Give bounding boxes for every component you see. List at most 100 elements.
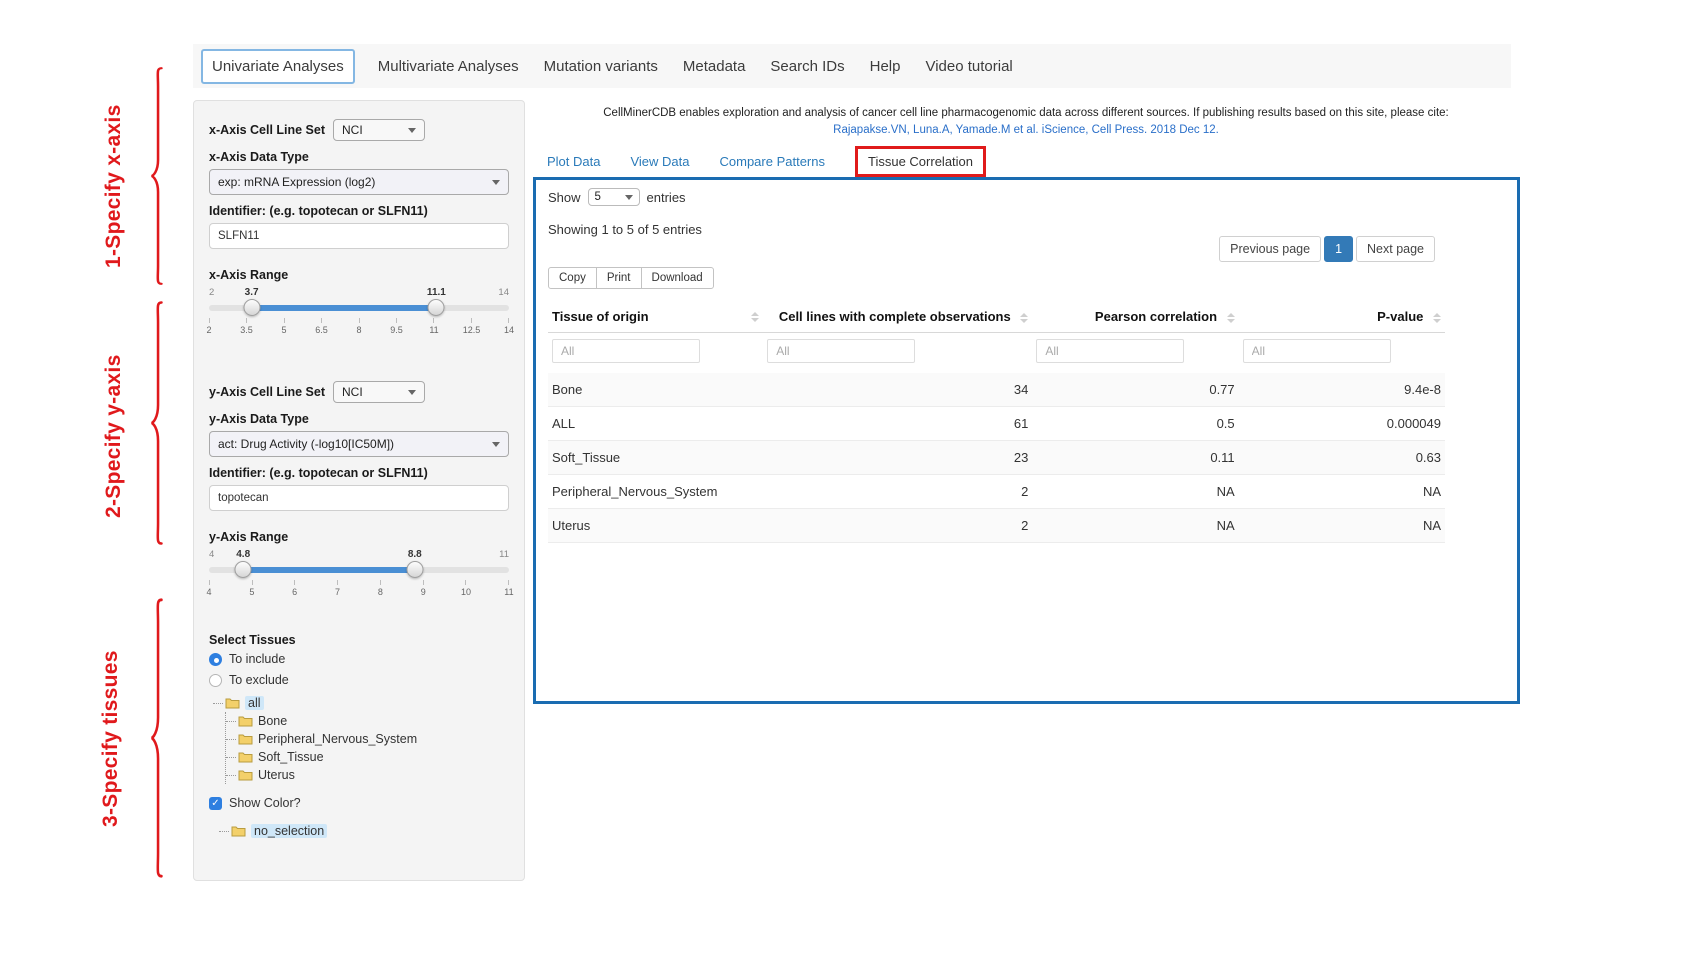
tree-item-no-selection[interactable]: no_selection: [219, 822, 509, 840]
tissue-tree: all Bone Peripheral_Nervous_System Soft_…: [213, 694, 509, 784]
y-range-max: 11: [499, 549, 509, 560]
sort-icon[interactable]: [1433, 313, 1441, 323]
col-header-tissue[interactable]: Tissue of origin: [548, 301, 763, 333]
folder-icon: [238, 733, 253, 745]
table-row[interactable]: Uterus 2 NA NA: [548, 509, 1445, 543]
table-row[interactable]: ALL 61 0.5 0.000049: [548, 407, 1445, 441]
tab-search-ids[interactable]: Search IDs: [768, 51, 846, 82]
x-slider-fill: [252, 305, 437, 311]
y-range-slider: 4 4.8 8.8 11 4567891011: [209, 549, 509, 597]
tree-item-uterus[interactable]: Uterus: [226, 766, 509, 784]
to-exclude-option[interactable]: To exclude: [209, 673, 509, 687]
previous-page-button[interactable]: Previous page: [1219, 236, 1321, 262]
y-slider-handle-low[interactable]: [235, 561, 252, 578]
x-range-min: 2: [209, 287, 214, 298]
y-identifier-input[interactable]: [209, 485, 509, 511]
x-slider-track: [209, 305, 509, 311]
folder-icon: [238, 751, 253, 763]
folder-icon: [225, 697, 240, 709]
annotation-bracket-2: [147, 300, 164, 546]
col-header-pearson[interactable]: Pearson correlation: [1032, 301, 1238, 333]
sort-icon[interactable]: [1227, 313, 1235, 323]
filter-tissue-input[interactable]: [552, 339, 700, 363]
tissue-correlation-panel: Show 5 entries Showing 1 to 5 of 5 entri…: [533, 177, 1520, 704]
tab-multivariate-analyses[interactable]: Multivariate Analyses: [376, 51, 521, 82]
y-data-type-label: y-Axis Data Type: [209, 412, 509, 426]
y-slider-handle-high[interactable]: [406, 561, 423, 578]
filter-pvalue-input[interactable]: [1243, 339, 1391, 363]
sort-icon[interactable]: [751, 312, 759, 322]
y-slider-ticks: [209, 580, 509, 585]
y-range-label: y-Axis Range: [209, 530, 509, 544]
x-range-from: 3.7: [245, 287, 259, 298]
annotation-step2-label: 2-Specify y-axis: [102, 326, 132, 546]
tab-mutation-variants[interactable]: Mutation variants: [542, 51, 660, 82]
show-color-checkbox[interactable]: ✓: [209, 797, 222, 810]
tab-help[interactable]: Help: [868, 51, 903, 82]
annotation-step1-label: 1-Specify x-axis: [102, 88, 132, 284]
table-row[interactable]: Bone 34 0.77 9.4e-8: [548, 373, 1445, 407]
citation-link[interactable]: Rajapakse.VN, Luna.A, Yamade.M et al. iS…: [540, 124, 1512, 136]
show-entries-row: Show 5 entries: [548, 188, 1505, 206]
filter-pearson-input[interactable]: [1036, 339, 1184, 363]
x-range-to: 11.1: [427, 287, 446, 298]
x-cell-line-set-select[interactable]: NCI: [333, 119, 425, 141]
x-data-type-select[interactable]: exp: mRNA Expression (log2): [209, 169, 509, 195]
sort-icon[interactable]: [1020, 313, 1028, 323]
y-identifier-label: Identifier: (e.g. topotecan or SLFN11): [209, 466, 509, 480]
to-exclude-radio[interactable]: [209, 674, 222, 687]
page-number-button[interactable]: 1: [1324, 236, 1353, 262]
folder-icon: [231, 825, 246, 837]
next-page-button[interactable]: Next page: [1356, 236, 1435, 262]
y-cell-line-set-select[interactable]: NCI: [333, 381, 425, 403]
entries-label: entries: [647, 190, 686, 205]
x-range-slider: 2 3.7 11.1 14 23.556.589.51112.514: [209, 287, 509, 335]
sidebar-controls: x-Axis Cell Line Set NCI x-Axis Data Typ…: [193, 100, 525, 881]
x-identifier-input[interactable]: [209, 223, 509, 249]
x-range-label: x-Axis Range: [209, 268, 509, 282]
x-slider-handle-low[interactable]: [243, 299, 260, 316]
x-slider-tick-labels: 23.556.589.51112.514: [209, 325, 509, 335]
to-include-radio[interactable]: [209, 653, 222, 666]
table-row[interactable]: Peripheral_Nervous_System 2 NA NA: [548, 475, 1445, 509]
tree-item-soft-tissue[interactable]: Soft_Tissue: [226, 748, 509, 766]
tab-univariate-analyses[interactable]: Univariate Analyses: [201, 49, 355, 84]
download-button[interactable]: Download: [641, 267, 714, 289]
x-slider-handle-high[interactable]: [428, 299, 445, 316]
tissue-correlation-table: Tissue of origin Cell lines with complet…: [548, 301, 1445, 543]
chevron-down-icon: [492, 180, 500, 185]
show-color-option[interactable]: ✓ Show Color?: [209, 796, 509, 810]
folder-icon: [238, 769, 253, 781]
folder-icon: [238, 715, 253, 727]
x-cell-line-set-label: x-Axis Cell Line Set: [209, 123, 325, 137]
tree-item-bone[interactable]: Bone: [226, 712, 509, 730]
select-tissues-label: Select Tissues: [209, 633, 509, 647]
x-range-max: 14: [498, 287, 509, 298]
export-button-group: Copy Print Download: [548, 267, 714, 289]
table-row[interactable]: Soft_Tissue 23 0.11 0.63: [548, 441, 1445, 475]
tab-video-tutorial[interactable]: Video tutorial: [923, 51, 1014, 82]
subtab-plot-data[interactable]: Plot Data: [547, 154, 600, 169]
y-slider-tick-labels: 4567891011: [209, 587, 509, 597]
print-button[interactable]: Print: [596, 267, 642, 289]
tab-metadata[interactable]: Metadata: [681, 51, 748, 82]
chevron-down-icon: [408, 128, 416, 133]
tree-item-all[interactable]: all: [213, 694, 509, 712]
subtab-view-data[interactable]: View Data: [630, 154, 689, 169]
annotation-bracket-1: [147, 66, 164, 286]
col-header-cell-lines[interactable]: Cell lines with complete observations: [763, 301, 1032, 333]
page-length-select[interactable]: 5: [588, 188, 640, 206]
y-slider-track: [209, 567, 509, 573]
y-range-to: 8.8: [408, 549, 422, 560]
filter-cell-lines-input[interactable]: [767, 339, 915, 363]
subtab-compare-patterns[interactable]: Compare Patterns: [720, 154, 826, 169]
y-data-type-select[interactable]: act: Drug Activity (-log10[IC50M]): [209, 431, 509, 457]
tree-item-peripheral-nervous-system[interactable]: Peripheral_Nervous_System: [226, 730, 509, 748]
x-identifier-label: Identifier: (e.g. topotecan or SLFN11): [209, 204, 509, 218]
table-header-row: Tissue of origin Cell lines with complet…: [548, 301, 1445, 333]
subtab-tissue-correlation[interactable]: Tissue Correlation: [855, 146, 986, 177]
col-header-pvalue[interactable]: P-value: [1239, 301, 1445, 333]
annotation-step3-label: 3-Specify tissues: [99, 603, 129, 875]
to-include-option[interactable]: To include: [209, 652, 509, 666]
copy-button[interactable]: Copy: [548, 267, 597, 289]
